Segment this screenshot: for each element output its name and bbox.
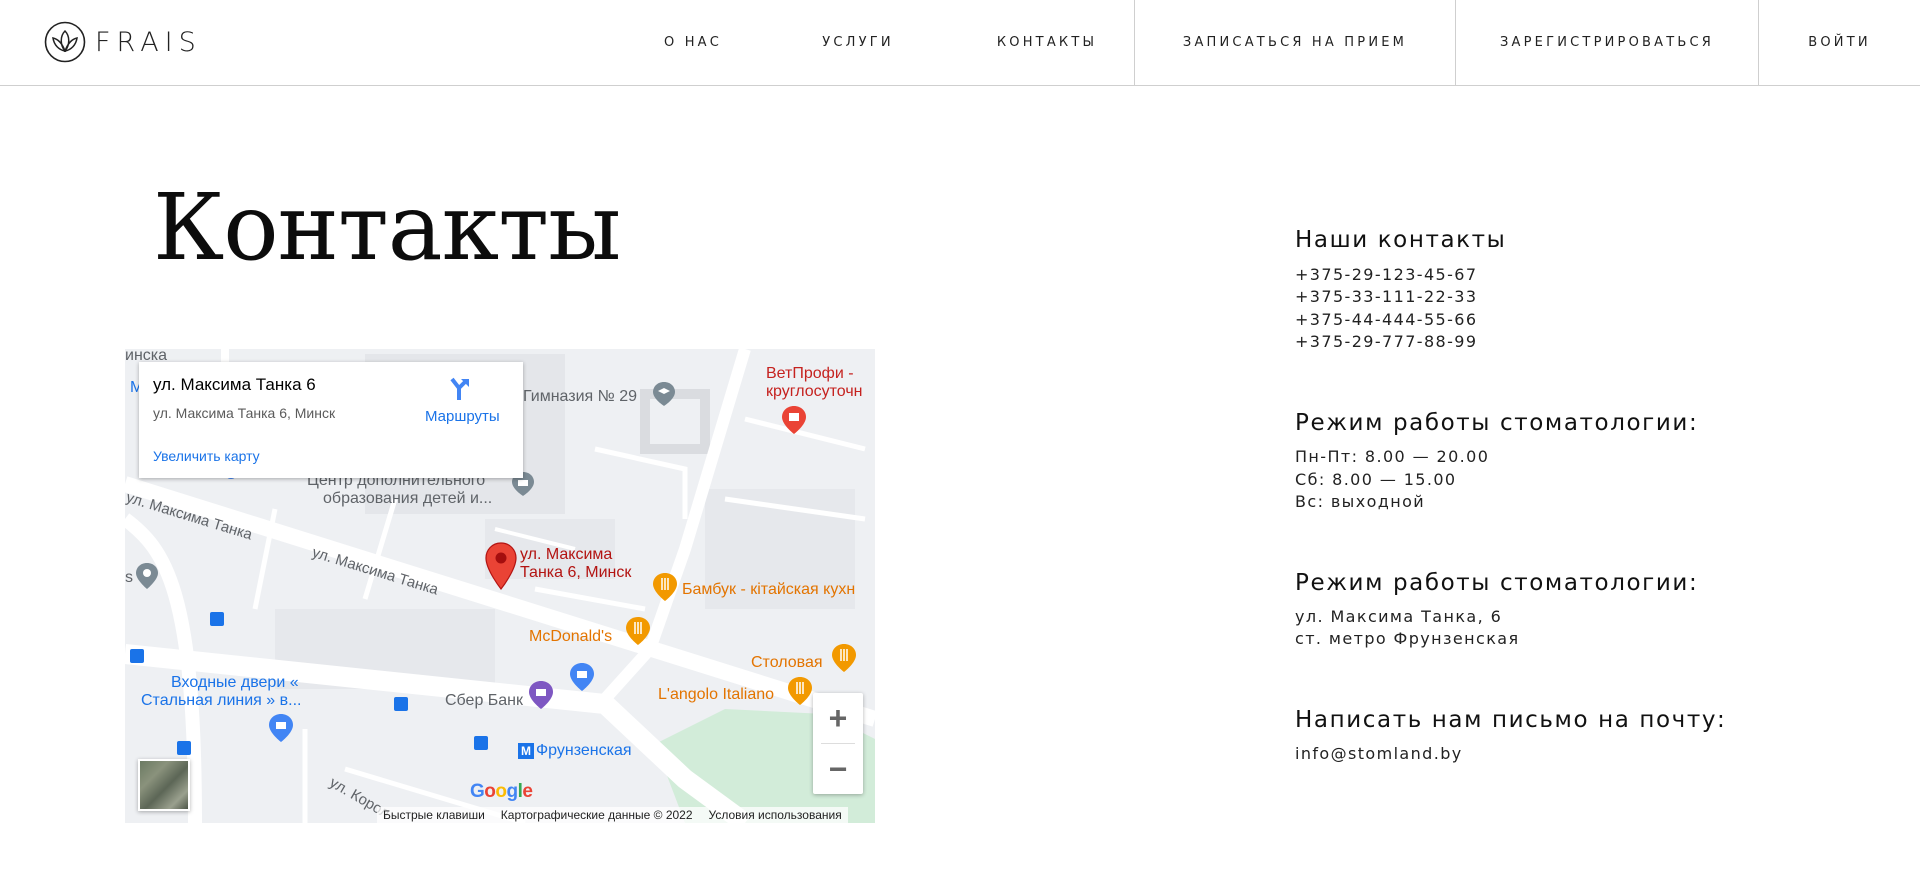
enlarge-map-link[interactable]: Увеличить карту: [153, 448, 260, 464]
hours-sunday: Вс: выходной: [1295, 492, 1426, 511]
canteen-pin-icon: [832, 644, 856, 672]
lotus-logo-icon: [44, 21, 86, 63]
zoom-out-button[interactable]: −: [813, 744, 863, 794]
zoom-controls: + −: [813, 693, 863, 794]
nav-register[interactable]: ЗАРЕГИСТРИРОВАТЬСЯ: [1456, 0, 1758, 85]
shop-pin-icon: [570, 663, 594, 691]
nav-services[interactable]: УСЛУГИ: [810, 0, 906, 85]
map-label-center-2: образования детей и...: [323, 490, 493, 507]
map-label-metro: Фрунзенская: [536, 742, 632, 759]
address-street: ул. Максима Танка, 6: [1295, 607, 1503, 626]
satellite-toggle[interactable]: [138, 759, 190, 811]
phone-4[interactable]: +375-29-777-88-99: [1295, 332, 1477, 351]
phones-title: Наши контакты: [1295, 227, 1507, 253]
page-title: Контакты: [153, 174, 621, 281]
address-metro: ст. метро Фрунзенская: [1295, 629, 1520, 648]
map-data-text: Картографические данные © 2022: [500, 808, 693, 822]
phone-3[interactable]: +375-44-444-55-66: [1295, 310, 1477, 329]
langolo-pin-icon: [788, 677, 812, 705]
map-label-vet-2: круглосуточн: [766, 383, 863, 400]
hours-title: Режим работы стоматологии:: [1295, 410, 1699, 436]
metro-icon: M: [518, 743, 534, 759]
phone-1[interactable]: +375-29-123-45-67: [1295, 265, 1477, 284]
bus-stop-icon: [210, 612, 224, 626]
map-attribution: Быстрые клавиши Картографические данные …: [377, 807, 848, 823]
hours-weekdays: Пн-Пт: 8.00 — 20.00: [1295, 447, 1490, 466]
bus-stop-icon: [130, 649, 144, 663]
store-pin-icon: [269, 714, 293, 742]
bus-stop-icon: [177, 741, 191, 755]
info-card-address: ул. Максима Танка 6, Минск: [153, 405, 336, 421]
hours-saturday: Сб: 8.00 — 15.00: [1295, 470, 1457, 489]
logo-text: FRAIS: [95, 26, 202, 58]
school-pin-icon: [653, 382, 675, 406]
google-map[interactable]: инска М Гимназия № 29 ВетПрофи - круглос…: [125, 349, 875, 823]
map-label-edge-s: s: [125, 569, 133, 586]
place-pin-icon: [136, 563, 158, 589]
bank-pin-icon: [529, 681, 553, 709]
keyboard-shortcuts-link[interactable]: Быстрые клавиши: [383, 808, 485, 822]
bus-stop-icon: [474, 736, 488, 750]
info-card-title: ул. Максима Танка 6: [153, 375, 316, 394]
address-title: Режим работы стоматологии:: [1295, 570, 1699, 596]
map-label-vet-1: ВетПрофи -: [766, 365, 854, 382]
map-info-card: ул. Максима Танка 6 ул. Максима Танка 6,…: [139, 362, 523, 478]
nav-contacts[interactable]: КОНТАКТЫ: [982, 0, 1112, 85]
nav-login[interactable]: ВОЙТИ: [1759, 0, 1920, 85]
location-marker-icon[interactable]: [484, 542, 518, 590]
site-header: FRAIS О НАС УСЛУГИ КОНТАКТЫ ЗАПИСАТЬСЯ Н…: [0, 0, 1920, 86]
phone-2[interactable]: +375-33-111-22-33: [1295, 287, 1477, 306]
terms-link[interactable]: Условия использования: [709, 808, 842, 822]
map-label-langolo: L'angolo Italiano: [658, 686, 775, 703]
restaurant-pin-icon: [653, 573, 677, 601]
nav-about[interactable]: О НАС: [640, 0, 746, 85]
email-link[interactable]: info@stomland.by: [1295, 744, 1463, 763]
logo[interactable]: FRAIS: [44, 21, 202, 63]
zoom-in-button[interactable]: +: [813, 693, 863, 743]
directions-icon[interactable]: [447, 376, 473, 402]
map-label-sber: Сбер Банк: [445, 692, 524, 709]
map-label-doors-2: Стальная линия » в...: [141, 692, 302, 709]
vet-pin-icon: [782, 406, 806, 434]
map-label-mcdonalds: McDonald's: [529, 628, 613, 645]
email-title: Написать нам письмо на почту:: [1295, 707, 1727, 733]
marker-label-1: ул. Максима: [520, 546, 613, 563]
marker-label-2: Танка 6, Минск: [520, 564, 632, 581]
map-label-gymnasium: Гимназия № 29: [523, 388, 638, 405]
directions-link[interactable]: Маршруты: [425, 408, 500, 425]
map-label-stolovaya: Столовая: [751, 654, 823, 671]
bus-stop-icon: [394, 697, 408, 711]
map-label-bambuk: Бамбук - кітайская кухн: [682, 581, 856, 598]
nav-appointment[interactable]: ЗАПИСАТЬСЯ НА ПРИЕМ: [1135, 0, 1455, 85]
map-label-doors-1: Входные двери «: [171, 674, 299, 691]
google-logo: Google: [470, 781, 533, 802]
mcdonalds-pin-icon: [626, 617, 650, 645]
